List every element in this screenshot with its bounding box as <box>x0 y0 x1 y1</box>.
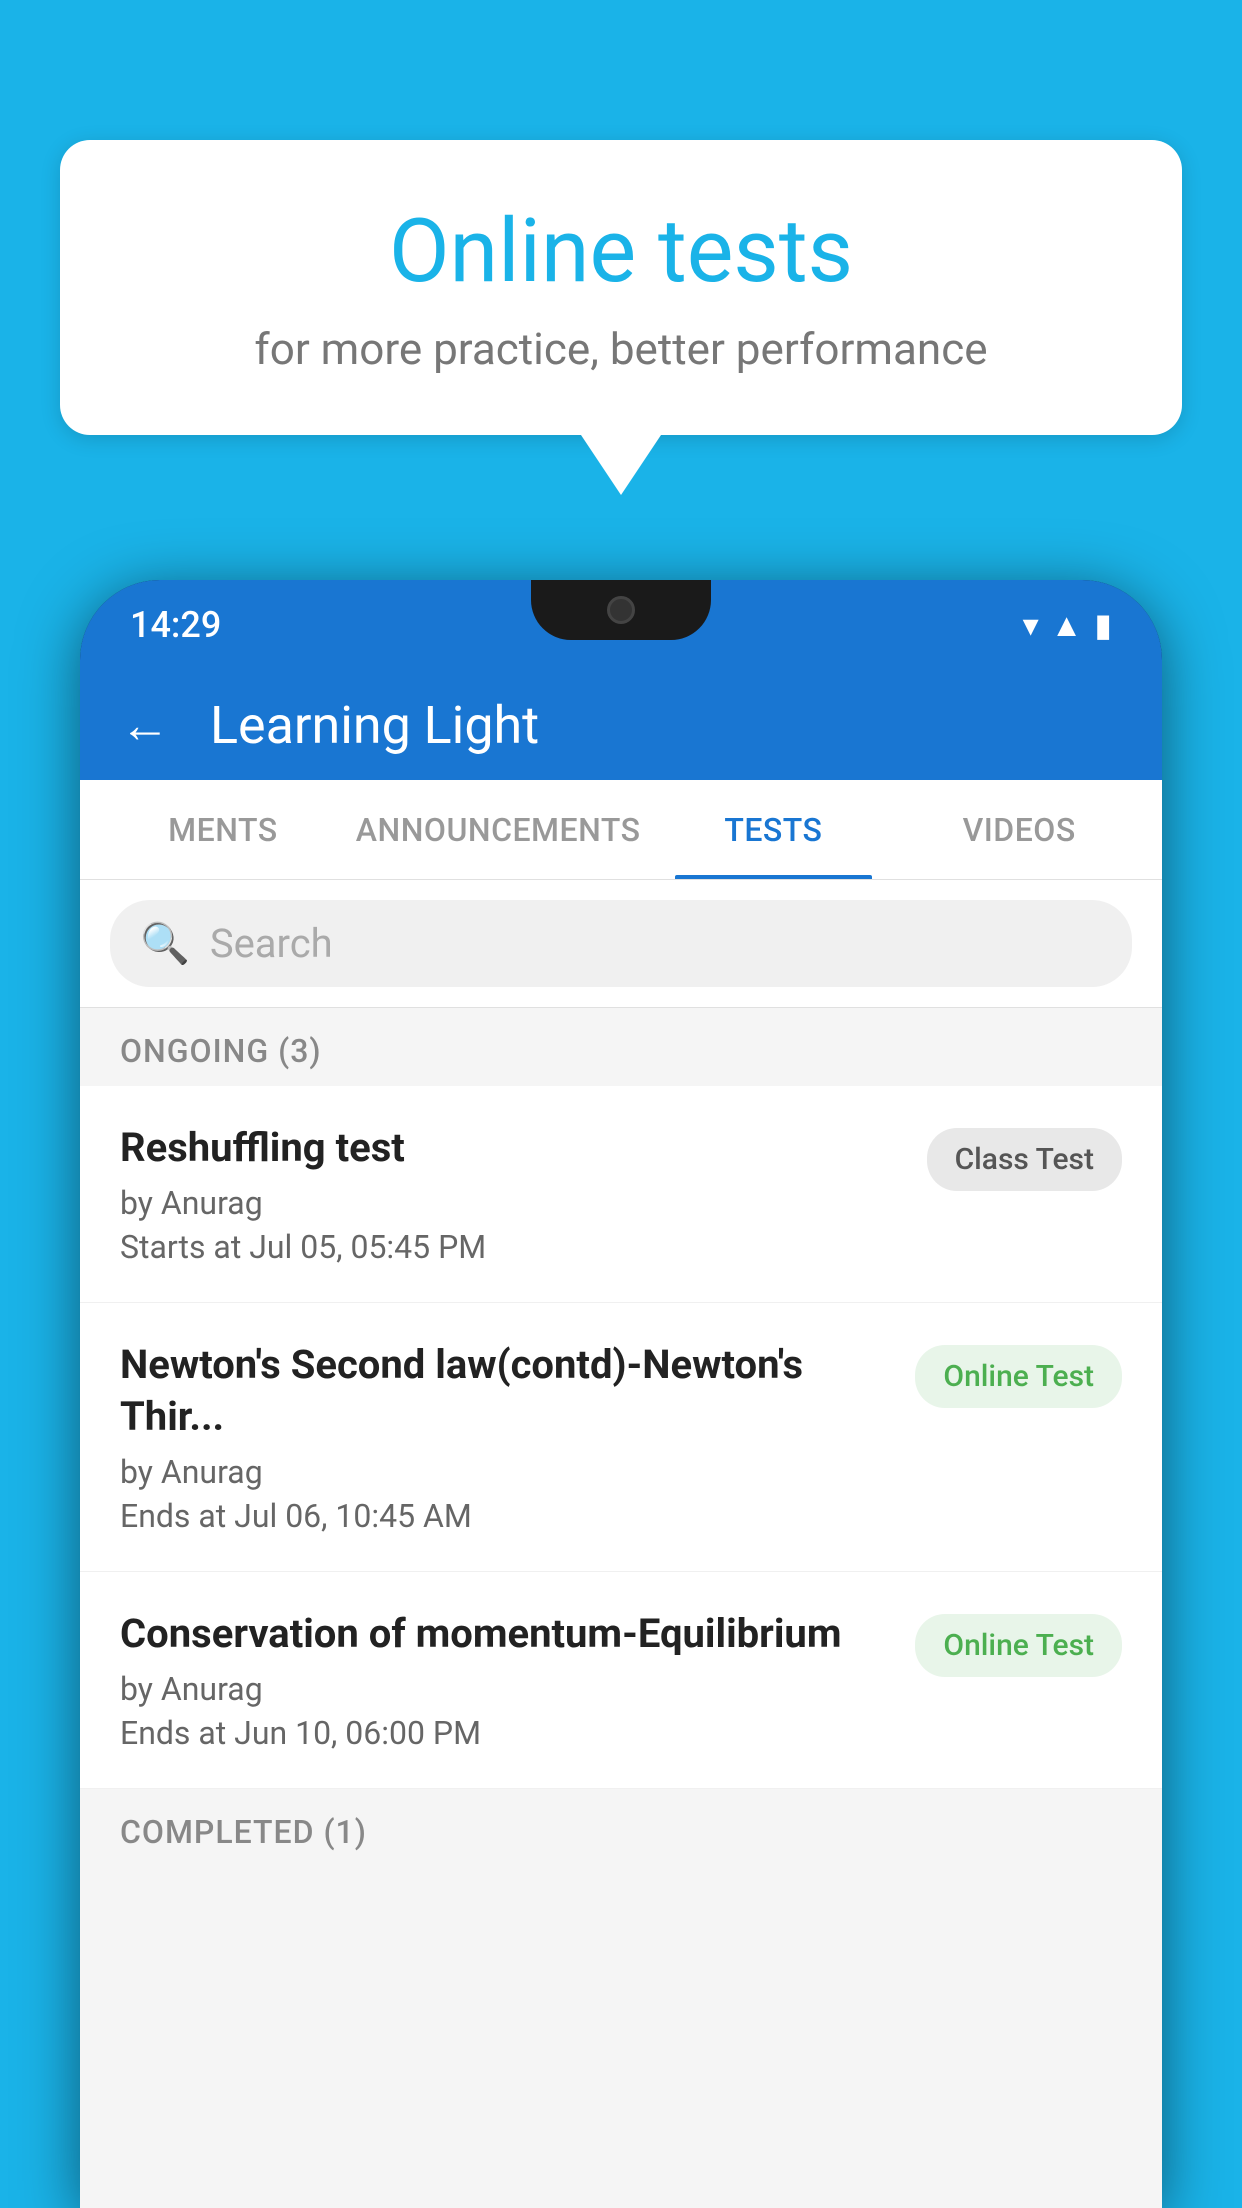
speech-bubble: Online tests for more practice, better p… <box>60 140 1182 435</box>
signal-icon: ▲ <box>1051 606 1083 644</box>
test-item[interactable]: Conservation of momentum-Equilibrium by … <box>80 1572 1162 1789</box>
tab-videos[interactable]: VIDEOS <box>896 780 1142 879</box>
tabs-bar: MENTS ANNOUNCEMENTS TESTS VIDEOS <box>80 780 1162 880</box>
bubble-tail <box>581 435 661 495</box>
test-badge-online: Online Test <box>915 1345 1122 1408</box>
test-by: by Anurag <box>120 1184 907 1222</box>
status-icons: ▾ ▲ ▮ <box>1023 606 1112 644</box>
camera-dot <box>607 596 635 624</box>
battery-icon: ▮ <box>1094 606 1112 644</box>
back-button[interactable]: ← <box>120 696 170 755</box>
ongoing-label: ONGOING (3) <box>120 1032 322 1070</box>
status-bar: 14:29 ▾ ▲ ▮ <box>80 580 1162 670</box>
search-placeholder: Search <box>210 920 333 967</box>
test-info: Reshuffling test by Anurag Starts at Jul… <box>120 1122 907 1266</box>
completed-label: COMPLETED (1) <box>120 1813 367 1851</box>
search-container: 🔍 Search <box>80 880 1162 1008</box>
test-by: by Anurag <box>120 1670 895 1708</box>
wifi-icon: ▾ <box>1023 606 1039 644</box>
test-by: by Anurag <box>120 1453 895 1491</box>
search-icon: 🔍 <box>140 920 190 967</box>
test-badge-online-2: Online Test <box>915 1614 1122 1677</box>
test-info: Newton's Second law(contd)-Newton's Thir… <box>120 1339 895 1535</box>
test-item[interactable]: Newton's Second law(contd)-Newton's Thir… <box>80 1303 1162 1572</box>
tests-list: Reshuffling test by Anurag Starts at Jul… <box>80 1086 1162 1789</box>
phone-screen: MENTS ANNOUNCEMENTS TESTS VIDEOS 🔍 Searc… <box>80 780 1162 2208</box>
test-name: Newton's Second law(contd)-Newton's Thir… <box>120 1339 895 1443</box>
bubble-title: Online tests <box>140 200 1102 303</box>
test-item[interactable]: Reshuffling test by Anurag Starts at Jul… <box>80 1086 1162 1303</box>
status-time: 14:29 <box>130 604 221 646</box>
test-name: Conservation of momentum-Equilibrium <box>120 1608 895 1660</box>
phone-frame: 14:29 ▾ ▲ ▮ ← Learning Light MENTS ANNOU… <box>80 580 1162 2208</box>
phone-notch <box>531 580 711 640</box>
completed-section-header: COMPLETED (1) <box>80 1789 1162 1867</box>
ongoing-section-header: ONGOING (3) <box>80 1008 1162 1086</box>
test-date: Ends at Jul 06, 10:45 AM <box>120 1497 895 1535</box>
tab-tests[interactable]: TESTS <box>650 780 896 879</box>
tab-announcements[interactable]: ANNOUNCEMENTS <box>346 780 651 879</box>
test-badge-class: Class Test <box>927 1128 1122 1191</box>
promo-section: Online tests for more practice, better p… <box>60 140 1182 495</box>
test-date: Ends at Jun 10, 06:00 PM <box>120 1714 895 1752</box>
bubble-subtitle: for more practice, better performance <box>140 323 1102 375</box>
tab-ments[interactable]: MENTS <box>100 780 346 879</box>
app-title: Learning Light <box>210 695 539 756</box>
test-name: Reshuffling test <box>120 1122 907 1174</box>
test-info: Conservation of momentum-Equilibrium by … <box>120 1608 895 1752</box>
search-bar[interactable]: 🔍 Search <box>110 900 1132 987</box>
test-date: Starts at Jul 05, 05:45 PM <box>120 1228 907 1266</box>
app-header: ← Learning Light <box>80 670 1162 780</box>
